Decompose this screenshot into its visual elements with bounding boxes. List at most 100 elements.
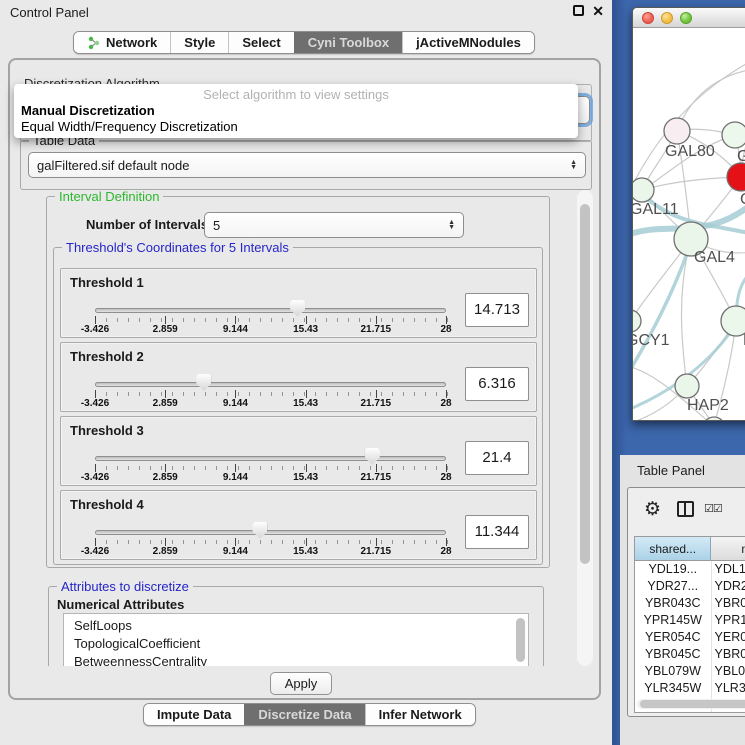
close-icon[interactable]: ✕: [592, 3, 604, 20]
table-panel-title: Table Panel: [637, 463, 705, 478]
list-item[interactable]: SelfLoops: [74, 617, 528, 635]
column-checkboxes-icon[interactable]: ☑☑: [704, 502, 722, 515]
threshold-4-value-field[interactable]: 11.344: [465, 515, 529, 549]
close-traffic-light-icon[interactable]: [642, 12, 654, 24]
table-panel-window: ⚙ ☑☑ shared... n YDL19...YDL1 YDR27...YD…: [627, 487, 745, 717]
scrollbar-thumb[interactable]: [640, 700, 745, 708]
table-row[interactable]: YER054CYER0: [635, 629, 745, 646]
tick-label: 21.715: [361, 472, 392, 483]
interval-definition-group-title: Interval Definition: [55, 190, 163, 204]
list-item[interactable]: TopologicalCoefficient: [74, 635, 528, 653]
table-row[interactable]: YLR345WYLR3: [635, 680, 745, 697]
network-node[interactable]: [721, 306, 745, 336]
cell: YER054C: [635, 629, 712, 646]
tab-cyni-toolbox[interactable]: Cyni Toolbox: [294, 32, 402, 53]
threshold-1-value-field[interactable]: 14.713: [465, 293, 529, 327]
screen: Control Panel ✕ Network Style Select Cyn…: [0, 0, 745, 745]
threshold-3-value-field[interactable]: 21.4: [465, 441, 529, 475]
threshold-3-panel: Threshold 3 -3.4262.8599.14415.4321.7152…: [60, 416, 537, 486]
table-row[interactable]: YBR043CYBR0: [635, 595, 745, 612]
cell: YBR0: [712, 646, 745, 663]
tick-label: 2.859: [153, 324, 178, 335]
table-row[interactable]: YBL079WYBL0: [635, 663, 745, 680]
tab-network[interactable]: Network: [74, 32, 170, 53]
tab-impute-data-label: Impute Data: [157, 707, 231, 722]
cell: YPR145W: [635, 612, 712, 629]
threshold-2-slider-track[interactable]: [95, 382, 446, 387]
threshold-2-slider-thumb[interactable]: [196, 374, 211, 391]
table-data-combobox[interactable]: galFiltered.sif default node ▲▼: [28, 152, 586, 178]
number-of-intervals-value: 5: [213, 218, 220, 233]
threshold-2-panel: Threshold 2 -3.4262.8599.14415.4321.7152…: [60, 342, 537, 412]
network-node-label: GA: [737, 148, 745, 166]
tab-infer-network[interactable]: Infer Network: [365, 704, 475, 725]
network-graph: [633, 28, 745, 421]
tab-network-label: Network: [106, 35, 157, 50]
table-row[interactable]: YDR27...YDR2: [635, 578, 745, 595]
tab-jactivemnodules-label: jActiveMNodules: [416, 35, 521, 50]
tab-impute-data[interactable]: Impute Data: [144, 704, 244, 725]
column-header-name[interactable]: n: [711, 537, 745, 561]
tick-label: 15.43: [293, 324, 318, 335]
cell: YBR045C: [635, 646, 712, 663]
threshold-3-slider-thumb[interactable]: [365, 448, 380, 465]
zoom-traffic-light-icon[interactable]: [680, 12, 692, 24]
threshold-4-label: Threshold 4: [70, 497, 144, 512]
network-node[interactable]: [633, 178, 654, 202]
tab-infer-network-label: Infer Network: [379, 707, 462, 722]
network-node[interactable]: [722, 122, 745, 148]
threshold-4-slider-track[interactable]: [95, 530, 446, 535]
tab-jactivemnodules[interactable]: jActiveMNodules: [402, 32, 534, 53]
tab-select[interactable]: Select: [228, 32, 293, 53]
tick-label: 2.859: [153, 398, 178, 409]
settings-scroll-viewport: Interval Definition Number of Intervals …: [12, 190, 578, 666]
minimize-traffic-light-icon[interactable]: [661, 12, 673, 24]
threshold-1-slider-thumb[interactable]: [290, 300, 305, 317]
tab-discretize-data[interactable]: Discretize Data: [244, 704, 364, 725]
apply-button[interactable]: Apply: [270, 672, 332, 695]
threshold-2-value-field[interactable]: 6.316: [465, 367, 529, 401]
bottom-tab-bar: Impute Data Discretize Data Infer Networ…: [143, 703, 476, 726]
network-node[interactable]: [675, 374, 699, 398]
threshold-3-slider-track[interactable]: [95, 456, 446, 461]
cell: YDL19...: [635, 561, 712, 578]
network-node[interactable]: [727, 163, 745, 191]
cell: YBL079W: [635, 663, 712, 680]
cell: YDL1: [712, 561, 745, 578]
table-row[interactable]: YDL19...YDL1: [635, 561, 745, 578]
float-window-icon[interactable]: [573, 5, 584, 16]
threshold-2-label: Threshold 2: [70, 349, 144, 364]
settings-gear-icon[interactable]: ⚙: [644, 498, 661, 521]
numerical-attributes-label: Numerical Attributes: [57, 597, 184, 612]
number-of-intervals-combobox[interactable]: 5 ▲▼: [204, 212, 464, 238]
cell: YDR2: [712, 578, 745, 595]
split-columns-icon[interactable]: [677, 501, 694, 517]
algorithm-item-equal-width-frequency[interactable]: Equal Width/Frequency Discretization: [21, 119, 238, 134]
cell: YLR345W: [635, 680, 712, 697]
cell: YER0: [712, 629, 745, 646]
tab-cyni-toolbox-label: Cyni Toolbox: [308, 35, 389, 50]
threshold-4-slider-thumb[interactable]: [252, 522, 267, 539]
list-item[interactable]: BetweennessCentrality: [74, 653, 528, 666]
numerical-attributes-list: SelfLoops TopologicalCoefficient Between…: [63, 613, 529, 666]
threshold-1-slider-track[interactable]: [95, 308, 446, 313]
table-horizontal-scrollbar[interactable]: [637, 699, 745, 709]
cell: YDR27...: [635, 578, 712, 595]
table-data-selected-value: galFiltered.sif default node: [37, 158, 189, 173]
tick-label: -3.426: [81, 546, 109, 557]
tick-label: 15.43: [293, 398, 318, 409]
column-header-shared-name[interactable]: shared...: [635, 537, 711, 561]
table-row[interactable]: YPR145WYPR1: [635, 612, 745, 629]
network-node[interactable]: [633, 310, 641, 332]
settings-vertical-scrollbar[interactable]: [577, 190, 593, 666]
network-canvas[interactable]: GAL80GACGAL11GAL4GCY1HHAP2: [633, 28, 745, 421]
scrollbar-thumb[interactable]: [580, 204, 590, 564]
network-node[interactable]: [664, 118, 690, 144]
attributes-group-title: Attributes to discretize: [57, 579, 193, 594]
network-edge[interactable]: [633, 242, 691, 378]
algorithm-item-manual-discretization[interactable]: Manual Discretization: [21, 103, 155, 118]
table-row[interactable]: YBR045CYBR0: [635, 646, 745, 663]
list-scrollbar-thumb[interactable]: [516, 618, 525, 662]
network-edge[interactable]: [642, 177, 741, 190]
tab-style[interactable]: Style: [170, 32, 228, 53]
